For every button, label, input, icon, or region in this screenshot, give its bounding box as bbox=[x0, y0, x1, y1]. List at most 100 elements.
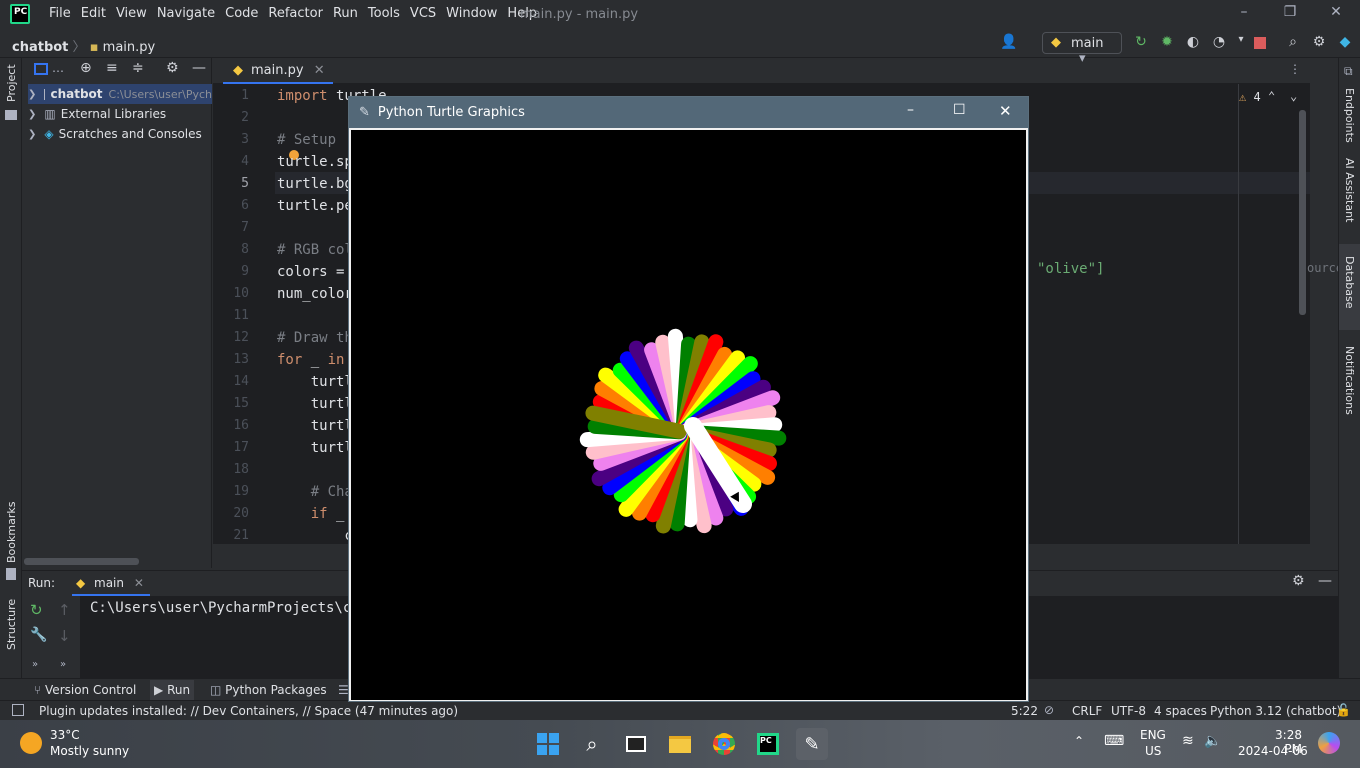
weather-sun-icon[interactable] bbox=[20, 732, 42, 754]
status-message[interactable]: Plugin updates installed: // Dev Contain… bbox=[39, 704, 458, 718]
tab-main-py[interactable]: ◆ main.py ✕ bbox=[223, 58, 333, 84]
weather-temp[interactable]: 33°C bbox=[50, 728, 80, 742]
language-indicator[interactable]: ENG bbox=[1140, 728, 1166, 742]
breadcrumb-project[interactable]: chatbot bbox=[12, 40, 68, 55]
keyboard-icon[interactable]: ⌨ bbox=[1104, 733, 1124, 749]
coverage-icon[interactable]: ◐ bbox=[1184, 34, 1202, 52]
run-tab-main[interactable]: ◆ main ✕ bbox=[72, 574, 150, 596]
line-number: 16 bbox=[233, 418, 249, 433]
scroll-down-icon[interactable]: ↓ bbox=[58, 627, 71, 645]
hide-panel-icon[interactable]: — bbox=[192, 60, 206, 76]
maximize-icon[interactable]: ☐ bbox=[953, 102, 966, 118]
chrome-icon[interactable] bbox=[708, 728, 740, 760]
locate-icon[interactable]: ⊕ bbox=[80, 60, 92, 76]
endpoints-tool-button[interactable]: Endpoints bbox=[1343, 88, 1357, 168]
ai-icon[interactable]: ◆ bbox=[1336, 34, 1354, 52]
next-highlight-icon[interactable]: ⌄ bbox=[1290, 89, 1297, 103]
menu-refactor[interactable]: Refactor bbox=[263, 6, 328, 21]
hide-run-panel-icon[interactable]: — bbox=[1318, 573, 1332, 589]
previous-highlight-icon[interactable]: ⌃ bbox=[1268, 89, 1275, 103]
menu-code[interactable]: Code bbox=[220, 6, 263, 21]
python-turtle-taskbar-icon[interactable]: ✎ bbox=[796, 728, 828, 760]
start-button-icon[interactable] bbox=[532, 728, 564, 760]
python-packages-button[interactable]: ◫ Python Packages bbox=[210, 683, 327, 697]
lock-icon[interactable]: 🔓 bbox=[1336, 703, 1351, 717]
stop-icon[interactable] bbox=[1254, 37, 1266, 49]
gear-icon[interactable]: ⚙ bbox=[1310, 34, 1328, 52]
rerun-icon[interactable]: ↻ bbox=[30, 601, 43, 619]
menu-window[interactable]: Window bbox=[441, 6, 502, 21]
more-run-chevron-icon[interactable]: ▾ bbox=[1232, 34, 1250, 52]
warning-icon[interactable]: ⚠ 4 bbox=[1239, 90, 1261, 104]
search-icon[interactable]: ⌕ bbox=[1284, 34, 1302, 52]
menu-file[interactable]: File bbox=[44, 6, 76, 21]
turtle-canvas[interactable] bbox=[351, 130, 1026, 700]
panel-layout-icon[interactable] bbox=[34, 63, 48, 75]
no-inspections-icon[interactable]: ⊘ bbox=[1044, 703, 1054, 717]
run-settings-icon[interactable]: ⚙ bbox=[1292, 573, 1305, 589]
close-icon[interactable]: ✕ bbox=[1326, 4, 1346, 24]
wifi-icon[interactable]: ≋ bbox=[1182, 733, 1194, 749]
line-separator[interactable]: CRLF bbox=[1072, 704, 1102, 718]
turtle-title-bar[interactable]: ✎ Python Turtle Graphics – ☐ ✕ bbox=[349, 97, 1028, 128]
copilot-icon[interactable] bbox=[1318, 732, 1340, 754]
profile-icon[interactable]: ◔ bbox=[1210, 34, 1228, 52]
caret-position[interactable]: 5:22 bbox=[1011, 704, 1038, 718]
show-hidden-icons-chevron-icon[interactable]: ⌃ bbox=[1074, 734, 1084, 748]
panel-settings-icon[interactable]: ⚙ bbox=[166, 60, 179, 76]
menu-view[interactable]: View bbox=[111, 6, 152, 21]
file-encoding[interactable]: UTF-8 bbox=[1111, 704, 1146, 718]
indent-setting[interactable]: 4 spaces bbox=[1154, 704, 1207, 718]
more-icon[interactable]: » bbox=[32, 659, 38, 670]
menu-navigate[interactable]: Navigate bbox=[152, 6, 220, 21]
breadcrumb-file[interactable]: main.py bbox=[103, 40, 156, 55]
menu-tools[interactable]: Tools bbox=[363, 6, 405, 21]
menu-edit[interactable]: Edit bbox=[76, 6, 111, 21]
editor-tabs: ◆ main.py ✕ ⋮ bbox=[213, 58, 1310, 84]
scroll-up-icon[interactable]: ↑ bbox=[58, 601, 71, 619]
more-icon[interactable]: » bbox=[60, 659, 66, 670]
run-configuration-select[interactable]: ◆ main ▾ bbox=[1042, 32, 1122, 66]
tree-item-scratches[interactable]: ❯ ◈ Scratches and Consoles bbox=[28, 124, 202, 144]
vertical-scrollbar[interactable] bbox=[1299, 110, 1306, 315]
region-indicator[interactable]: US bbox=[1145, 744, 1161, 758]
run-tool-button[interactable]: ▶ Run bbox=[150, 680, 195, 700]
menu-run[interactable]: Run bbox=[328, 6, 363, 21]
notifications-tool-button[interactable]: Notifications bbox=[1343, 346, 1357, 446]
maximize-icon[interactable]: ❐ bbox=[1280, 4, 1300, 24]
right-tool-stripe: ⧉ Endpoints AI Assistant Database Notifi… bbox=[1338, 58, 1360, 678]
menu-vcs[interactable]: VCS bbox=[405, 6, 441, 21]
tree-root-chatbot[interactable]: ❯ chatbot C:\Users\user\Pych bbox=[28, 84, 212, 104]
weather-desc[interactable]: Mostly sunny bbox=[50, 744, 129, 758]
close-icon[interactable]: ✕ bbox=[999, 102, 1012, 120]
close-tab-icon[interactable]: ✕ bbox=[314, 63, 325, 78]
expand-all-icon[interactable]: ≡ bbox=[106, 60, 118, 76]
minimize-icon[interactable]: – bbox=[907, 102, 914, 118]
tree-item-external-libraries[interactable]: ❯ ▥ External Libraries bbox=[28, 104, 166, 124]
debug-icon[interactable]: ✹ bbox=[1158, 34, 1176, 52]
more-icon[interactable]: … bbox=[52, 61, 64, 75]
code-line: num_color bbox=[277, 286, 353, 302]
volume-icon[interactable]: 🔈 bbox=[1204, 733, 1221, 749]
minimize-icon[interactable]: – bbox=[1234, 4, 1254, 24]
database-tool-button[interactable]: Database bbox=[1339, 244, 1360, 330]
clock-date[interactable]: 2024-04-06 bbox=[1238, 744, 1308, 758]
search-icon[interactable]: ⌕ bbox=[576, 728, 608, 760]
version-control-button[interactable]: ⑂ Version Control bbox=[34, 683, 136, 697]
ai-assistant-tool-button[interactable]: AI Assistant bbox=[1343, 158, 1357, 258]
project-tool-label: Project bbox=[5, 64, 18, 102]
pycharm-taskbar-icon[interactable]: PC bbox=[752, 728, 784, 760]
turtle-graphics-window[interactable]: ✎ Python Turtle Graphics – ☐ ✕ bbox=[348, 96, 1029, 702]
collapse-all-icon[interactable]: ≑ bbox=[132, 60, 144, 76]
wrench-icon[interactable]: 🔧 bbox=[30, 627, 47, 643]
task-view-icon[interactable] bbox=[620, 728, 652, 760]
horizontal-scrollbar[interactable] bbox=[24, 558, 139, 565]
more-actions-icon[interactable]: ⋮ bbox=[1289, 62, 1301, 76]
python-interpreter[interactable]: Python 3.12 (chatbot) bbox=[1210, 704, 1341, 718]
user-icon[interactable]: 👤 bbox=[1000, 34, 1018, 52]
close-run-tab-icon[interactable]: ✕ bbox=[134, 576, 144, 590]
rerun-icon[interactable]: ↻ bbox=[1132, 34, 1150, 52]
file-explorer-icon[interactable] bbox=[664, 728, 696, 760]
line-number: 1 bbox=[241, 88, 249, 103]
status-toggle-icon[interactable] bbox=[12, 704, 24, 716]
